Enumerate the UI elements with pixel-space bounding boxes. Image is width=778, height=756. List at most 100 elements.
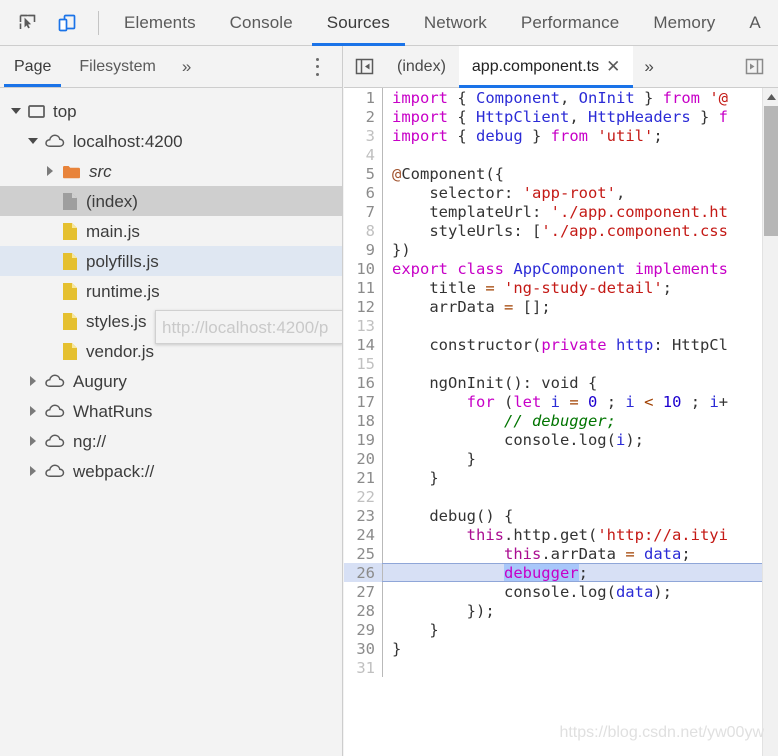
editor-vertical-scrollbar[interactable] [762,88,778,756]
doc-js-icon [62,252,78,271]
tree-item-label: main.js [86,221,140,241]
code-line-23: 23 debug() { [344,506,778,525]
panel-tab-strip: Elements Console Sources Network Perform… [107,0,778,46]
tree-item-top[interactable]: top [0,96,342,126]
inspect-element-icon[interactable] [12,9,42,37]
code-line-18: 18 // debugger; [344,411,778,430]
tree-item-runtime-js[interactable]: runtime.js [0,276,342,306]
code-viewer[interactable]: 1 import { Component, OnInit } from '@ 2i… [344,88,778,756]
chevron-right-icon[interactable] [27,404,41,418]
line-number: 2 [365,107,375,126]
tab-console[interactable]: Console [213,0,310,45]
code-line-31: 31 [344,658,778,677]
line-number: 18 [356,411,375,430]
line-number: 3 [365,126,375,145]
doc-js-icon [62,312,78,331]
sidebar-more-tabs-icon[interactable]: » [170,46,203,87]
chevron-down-icon[interactable] [27,134,41,148]
line-content: import { debug } from 'util'; [392,126,663,145]
tree-item-src[interactable]: src [0,156,342,186]
code-line-22: 22 [344,487,778,506]
line-number: 25 [356,544,375,563]
tab-sources[interactable]: Sources [310,0,407,46]
close-icon[interactable]: ✕ [606,58,620,75]
chevron-right-icon[interactable] [27,464,41,478]
chevron-right-icon[interactable] [27,374,41,388]
line-number: 23 [356,506,375,525]
editor-tab-app-component[interactable]: app.component.ts ✕ [458,46,634,88]
devtools-window: Elements Console Sources Network Perform… [0,0,778,756]
editor-tab-strip: (index) app.component.ts ✕ » [344,46,778,88]
file-url-tooltip: http://localhost:4200/p [155,310,342,344]
editor-tab-index[interactable]: (index) [384,46,459,87]
tree-item-ng[interactable]: ng:// [0,426,342,456]
show-debugger-icon[interactable] [737,46,772,87]
line-number: 21 [356,468,375,487]
tab-memory[interactable]: Memory [636,0,732,45]
tree-item-label: src [89,161,112,181]
tab-console-label: Console [229,12,293,32]
tree-item-polyfills-js[interactable]: polyfills.js [0,246,342,276]
device-toolbar-icon[interactable] [52,9,82,37]
editor-more-tabs-icon[interactable]: » [633,46,664,87]
line-number: 28 [356,601,375,620]
code-line-19: 19 console.log(i); [344,430,778,449]
scroll-up-icon[interactable] [763,88,778,105]
line-content: } [392,449,476,468]
code-line-2: 2 import { HttpClient, HttpHeaders } f [344,107,778,126]
navigator-tab-strip: Page Filesystem » [0,46,342,88]
devtools-main-toolbar: Elements Console Sources Network Perform… [0,0,778,46]
line-number: 26 [356,563,375,582]
line-number: 24 [356,525,375,544]
sidebar-tab-page[interactable]: Page [0,46,65,87]
tab-memory-label: Memory [653,12,716,32]
line-content: styleUrls: ['./app.component.css [392,221,728,240]
tab-network-label: Network [423,12,487,32]
show-navigator-icon[interactable] [344,46,384,87]
code-line-15: 15 [344,354,778,373]
code-line-29: 29 } [344,620,778,639]
code-line-10: 10 export class AppComponent implements [344,259,778,278]
chevron-right-icon[interactable] [44,164,58,178]
tree-item-index[interactable]: (index) [0,186,342,216]
tree-item-webpack[interactable]: webpack:// [0,456,342,486]
line-number: 27 [356,582,375,601]
tree-item-whatruns[interactable]: WhatRuns [0,396,342,426]
editor-tab-app-component-label: app.component.ts [471,57,600,75]
line-content: // debugger; [503,411,616,430]
line-number: 9 [365,240,375,259]
code-line-17: 17 for (let i = 0 ; i < 10 ; i+ [344,392,778,411]
tab-performance[interactable]: Performance [504,0,636,45]
line-content: constructor(private http: HttpCl [392,335,728,354]
line-content: console.log(i); [392,430,644,449]
tree-item-main-js[interactable]: main.js [0,216,342,246]
selected-debugger-token[interactable]: debugger [503,563,579,582]
folder-icon [62,164,81,179]
scrollbar-thumb[interactable] [764,106,778,236]
frame-icon [28,104,45,119]
chevron-down-icon[interactable] [10,104,24,118]
code-line-13: 13 [344,316,778,335]
tab-application[interactable]: A [732,0,777,45]
tab-application-label: A [749,12,761,32]
tree-item-localhost[interactable]: localhost:4200 [0,126,342,156]
line-content: arrData = []; [392,297,551,316]
tree-item-label: styles.js [86,311,147,331]
watermark-text: https://blog.csdn.net/yw00yw [559,724,764,741]
tree-item-augury[interactable]: Augury [0,366,342,396]
tab-network[interactable]: Network [407,0,504,45]
line-content: this.http.get('http://a.ityi [466,525,728,544]
doc-gray-icon [62,192,78,211]
tree-item-label: ng:// [73,431,107,451]
sidebar-tab-filesystem[interactable]: Filesystem [65,46,169,87]
cloud-icon [45,464,65,478]
code-line-9: 9}) [344,240,778,259]
more-options-icon[interactable] [310,57,324,76]
code-line-26-active[interactable]: 26 debugger; [344,563,778,582]
tree-item-label: (index) [86,191,138,211]
tab-elements[interactable]: Elements [107,0,213,45]
chevron-right-icon[interactable] [27,434,41,448]
line-content: }); [392,601,495,620]
line-content: console.log(data); [392,582,672,601]
tab-sources-label: Sources [326,12,390,32]
